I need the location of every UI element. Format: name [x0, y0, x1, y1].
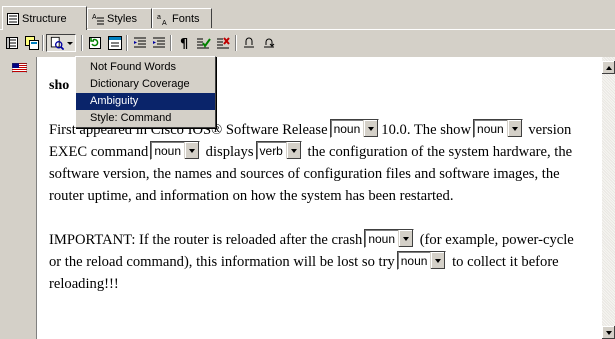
toolbar: ¶ [0, 30, 615, 56]
copy-icon[interactable] [23, 34, 41, 52]
toolbar-separator [81, 35, 83, 51]
toolbar-separator [170, 35, 172, 51]
chevron-down-icon[interactable] [430, 252, 446, 270]
menu-item-style-command[interactable]: Style: Command [76, 110, 215, 127]
menu-item-ambiguity[interactable]: Ambiguity [76, 93, 215, 110]
text-run: 10.0. The show [381, 122, 472, 138]
svg-text:A: A [92, 14, 97, 21]
chevron-down-icon[interactable] [363, 120, 379, 138]
chevron-down-icon[interactable] [398, 230, 414, 248]
indent-left-icon[interactable] [131, 34, 149, 52]
tab-styles[interactable]: A Styles [87, 8, 152, 28]
pos-combo[interactable]: verb [255, 141, 302, 161]
accept-icon[interactable] [194, 34, 212, 52]
styles-icon: A [92, 13, 104, 25]
scroll-up-button[interactable] [602, 61, 615, 74]
tab-label: Styles [107, 12, 137, 25]
check-dropdown-icon[interactable] [46, 34, 76, 52]
document-body: First appeared in Cisco IOS® Software Re… [49, 119, 589, 295]
svg-text:A: A [162, 20, 167, 25]
toolbar-separator [42, 35, 44, 51]
pos-combo[interactable]: noun [396, 251, 447, 271]
toolbar-separator [126, 35, 128, 51]
tab-fonts[interactable]: aA Fonts [152, 8, 212, 28]
vertical-scrollbar[interactable] [602, 57, 615, 339]
reject-icon[interactable] [214, 34, 232, 52]
chevron-down-icon[interactable] [285, 142, 301, 160]
menu-item-dictionary-coverage[interactable]: Dictionary Coverage [76, 76, 215, 93]
pos-combo[interactable]: noun [473, 119, 523, 139]
left-gutter [0, 57, 34, 339]
structure-icon [7, 12, 19, 25]
us-flag-icon [11, 62, 28, 74]
chevron-down-icon[interactable] [184, 142, 200, 160]
svg-text:a: a [157, 14, 161, 21]
document-heading: sho [49, 78, 70, 93]
pos-combo[interactable]: noun [329, 119, 380, 139]
text-run: IMPORTANT: If the router is reloaded aft… [49, 232, 363, 248]
text-run: displays [205, 144, 254, 160]
paragraph: IMPORTANT: If the router is reloaded aft… [49, 229, 589, 295]
arrow-down-icon [605, 330, 612, 335]
pos-combo[interactable]: noun [150, 141, 201, 161]
toolbar-separator [235, 35, 237, 51]
pilcrow-icon[interactable]: ¶ [175, 34, 193, 52]
tab-label: Fonts [172, 12, 200, 25]
menu-item-not-found-words[interactable]: Not Found Words [76, 59, 215, 76]
arrow-up-icon [605, 65, 612, 70]
paragraph: First appeared in Cisco IOS® Software Re… [49, 119, 589, 207]
tab-strip: Structure A Styles aA Fonts [0, 0, 615, 32]
tab-structure[interactable]: Structure [2, 6, 87, 30]
svg-text:¶: ¶ [180, 37, 188, 51]
chevron-down-icon[interactable] [506, 120, 522, 138]
tab-label: Structure [22, 12, 67, 25]
document-view-icon[interactable] [3, 34, 21, 52]
check-dropdown-menu: Not Found Words Dictionary Coverage Ambi… [75, 56, 216, 128]
undo-icon[interactable] [240, 34, 258, 52]
pos-combo[interactable]: noun [364, 229, 415, 249]
refresh-icon[interactable] [86, 34, 104, 52]
scroll-down-button[interactable] [602, 326, 615, 339]
list-view-icon[interactable] [106, 34, 124, 52]
indent-right-icon[interactable] [150, 34, 168, 52]
fonts-icon: aA [157, 13, 169, 27]
chevron-down-icon [66, 41, 73, 45]
redo-icon[interactable] [260, 34, 278, 52]
